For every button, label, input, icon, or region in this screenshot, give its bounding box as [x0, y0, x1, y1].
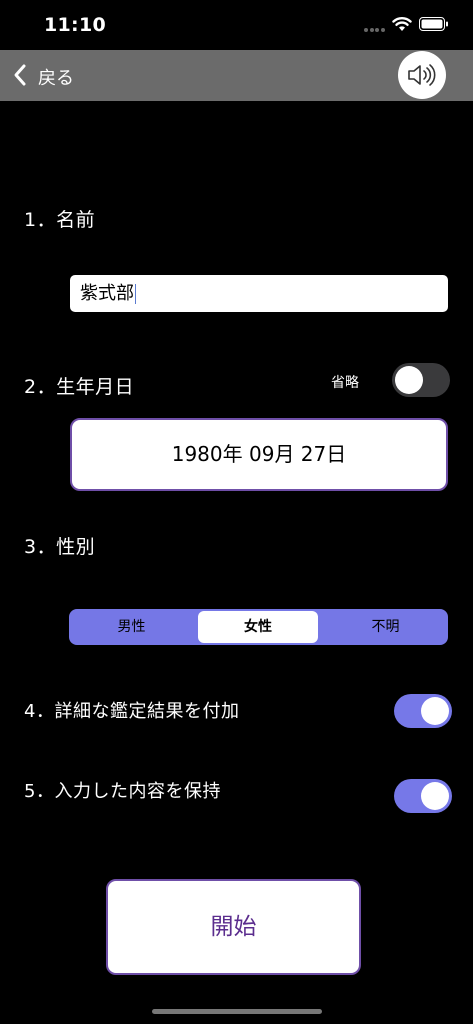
gender-section-label: 3．性別 [24, 536, 96, 558]
back-button[interactable]: 戻る [38, 64, 74, 90]
speaker-icon [408, 64, 436, 86]
detailed-result-label: 4．詳細な鑑定結果を付加 [24, 701, 240, 722]
battery-icon [419, 16, 449, 32]
birthday-section-label: 2．生年月日 [24, 376, 135, 398]
birthday-date-button[interactable]: 1980年 09月 27日 [70, 418, 448, 491]
keep-input-label: 5．入力した内容を保持 [24, 781, 221, 802]
speaker-button[interactable] [398, 51, 446, 99]
gender-option-unknown[interactable]: 不明 [325, 611, 446, 643]
name-input-value: 紫式部 [80, 283, 134, 304]
gender-option-male[interactable]: 男性 [71, 611, 192, 643]
back-chevron-icon[interactable] [12, 63, 28, 87]
status-time: 11:10 [44, 14, 106, 36]
keep-input-toggle[interactable] [394, 779, 452, 813]
toggle-knob [421, 697, 449, 725]
wifi-icon [392, 16, 412, 32]
cellular-signal-icon [364, 28, 386, 32]
gender-segmented-control: 男性 女性 不明 [69, 609, 448, 645]
omit-birthday-toggle[interactable] [392, 363, 450, 397]
text-caret [135, 284, 136, 304]
toggle-knob [395, 366, 423, 394]
home-indicator [152, 1009, 322, 1014]
detailed-result-toggle[interactable] [394, 694, 452, 728]
gender-option-female[interactable]: 女性 [198, 611, 318, 643]
toggle-knob [421, 782, 449, 810]
omit-birthday-label: 省略 [331, 375, 359, 391]
start-button[interactable]: 開始 [106, 879, 361, 975]
name-input[interactable]: 紫式部 [70, 275, 448, 312]
name-section-label: 1．名前 [24, 209, 96, 231]
